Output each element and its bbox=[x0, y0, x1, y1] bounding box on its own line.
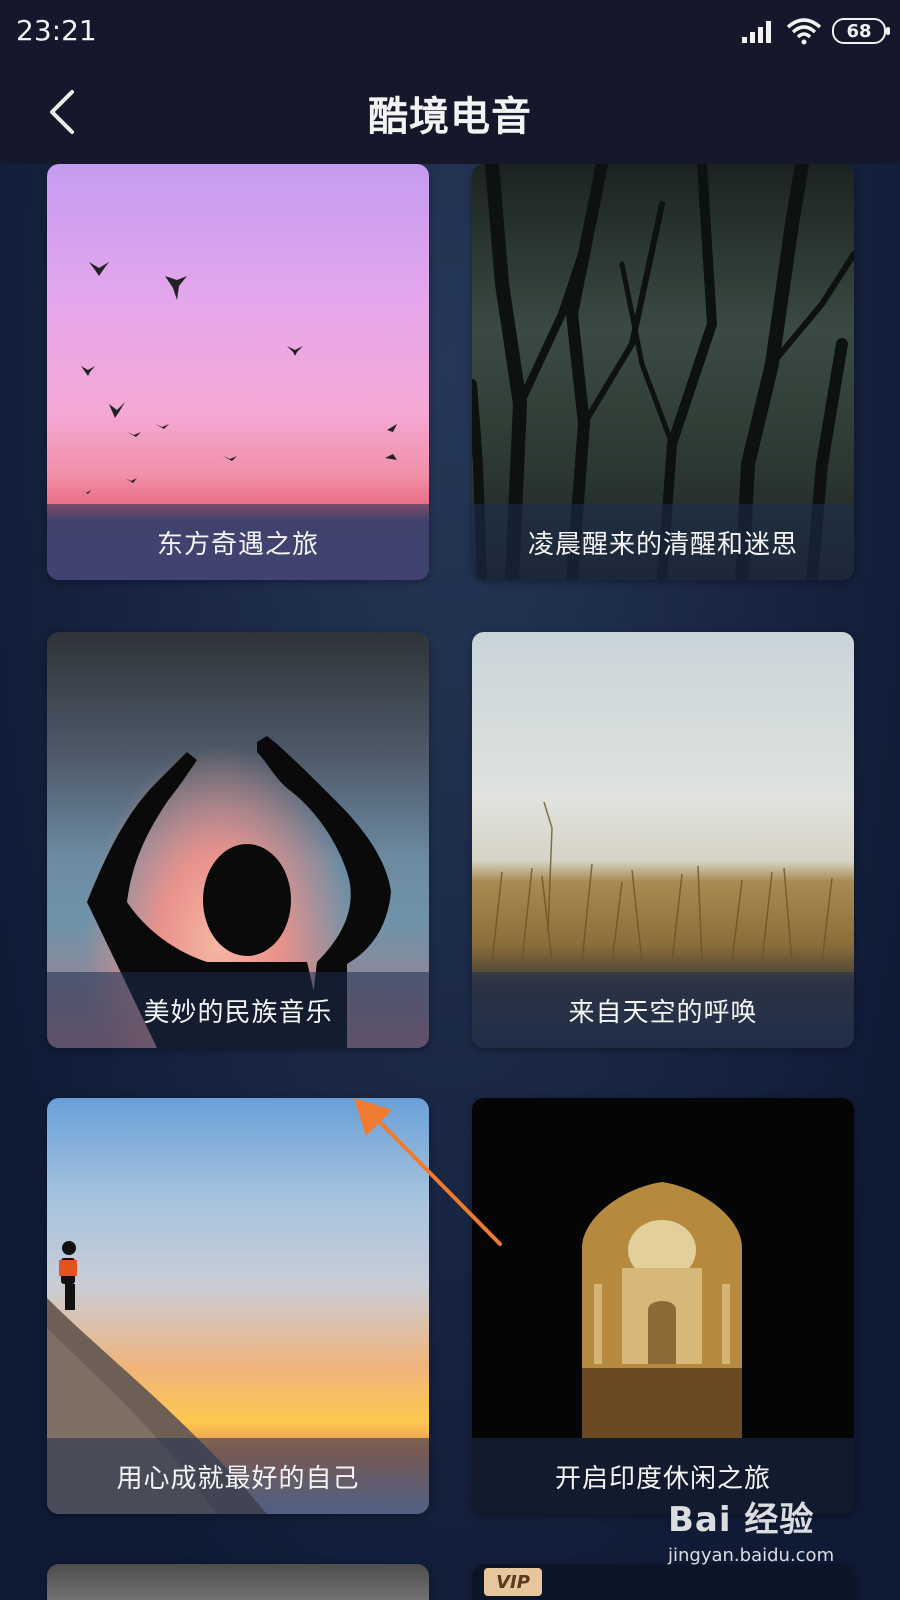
status-icons: 68 bbox=[742, 14, 890, 48]
status-bar: 23:21 68 bbox=[0, 0, 900, 62]
playlist-card[interactable]: 凌晨醒来的清醒和迷思 bbox=[472, 164, 854, 580]
watermark-url: jingyan.baidu.com bbox=[668, 1545, 835, 1566]
playlist-card[interactable]: 开启印度休闲之旅 bbox=[472, 1098, 854, 1514]
wifi-icon bbox=[786, 18, 822, 45]
signal-icon bbox=[742, 21, 771, 43]
vip-badge: VIP bbox=[484, 1568, 542, 1596]
header-bar: 酷境电音 bbox=[0, 62, 900, 164]
card-cover-image bbox=[47, 1564, 429, 1600]
battery-icon: 68 bbox=[832, 18, 890, 44]
playlist-card[interactable] bbox=[47, 1564, 429, 1600]
card-caption: 美妙的民族音乐 bbox=[47, 972, 429, 1048]
status-time: 23:21 bbox=[16, 14, 97, 47]
playlist-card[interactable]: 东方奇遇之旅 bbox=[47, 164, 429, 580]
playlist-card[interactable]: VIP bbox=[472, 1564, 854, 1600]
playlist-grid[interactable]: 东方奇遇之旅 凌晨醒来的清醒和迷思 美妙的民族音乐 来自天空的呼唤 用心成就最好… bbox=[0, 164, 900, 1600]
card-caption: 凌晨醒来的清醒和迷思 bbox=[472, 504, 854, 580]
playlist-card[interactable]: 美妙的民族音乐 bbox=[47, 632, 429, 1048]
playlist-card[interactable]: 用心成就最好的自己 bbox=[47, 1098, 429, 1514]
card-caption: 来自天空的呼唤 bbox=[472, 972, 854, 1048]
page-title: 酷境电音 bbox=[368, 94, 532, 140]
battery-level: 68 bbox=[846, 20, 872, 42]
card-caption: 东方奇遇之旅 bbox=[47, 504, 429, 580]
playlist-card[interactable]: 来自天空的呼唤 bbox=[472, 632, 854, 1048]
card-caption: 开启印度休闲之旅 bbox=[472, 1438, 854, 1514]
card-caption: 用心成就最好的自己 bbox=[47, 1438, 429, 1514]
